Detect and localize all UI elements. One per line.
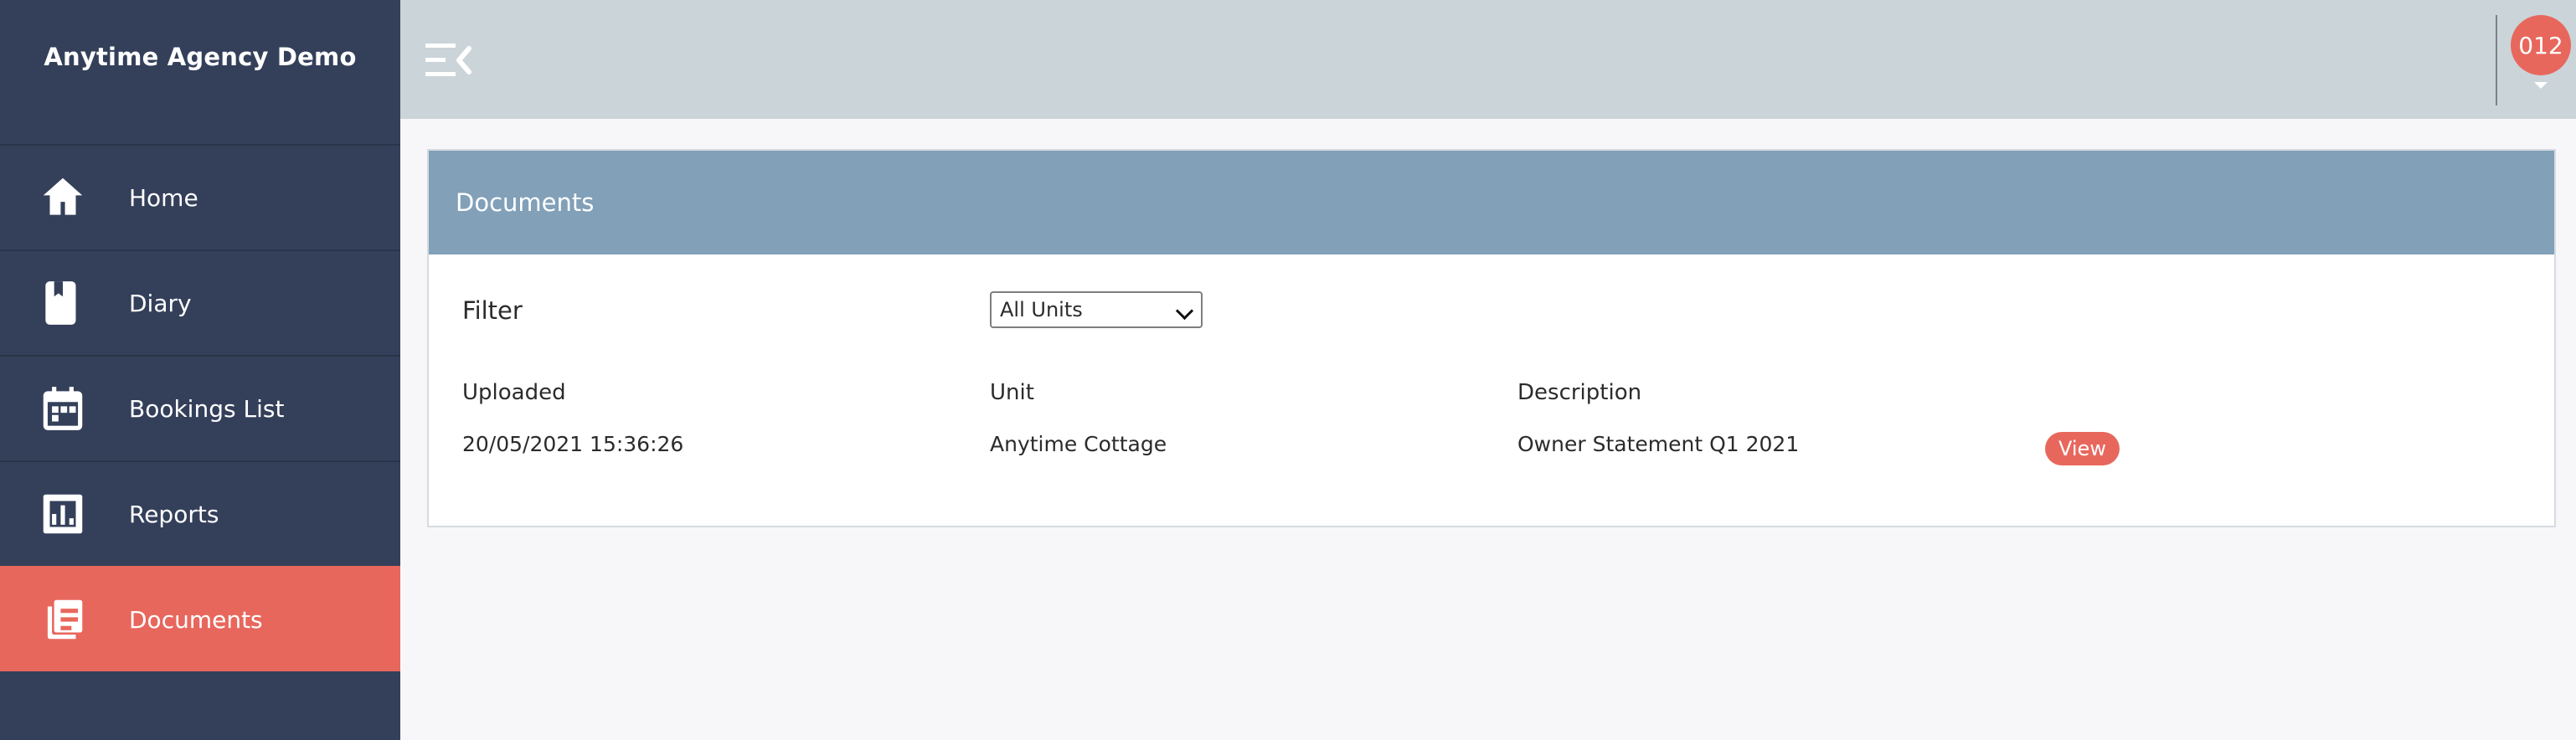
documents-panel: Documents Filter All Units Uploaded Unit…	[427, 149, 2556, 527]
panel-title: Documents	[429, 151, 2554, 254]
sidebar-item-label: Reports	[129, 500, 219, 528]
uploaded-cell: 20/05/2021 15:36:26	[462, 432, 684, 456]
sidebar-item-label: Documents	[129, 605, 263, 634]
sidebar-item-home[interactable]: Home	[0, 144, 400, 249]
sidebar-item-reports[interactable]: Reports	[0, 460, 400, 566]
sidebar-item-label: Bookings List	[129, 394, 285, 423]
home-icon	[0, 146, 129, 249]
app-root: Anytime Agency Demo Home Diary Bookings …	[0, 0, 2576, 740]
filter-label: Filter	[462, 296, 523, 325]
sidebar-item-bookings-list[interactable]: Bookings List	[0, 355, 400, 460]
diary-icon	[0, 251, 129, 355]
description-cell: Owner Statement Q1 2021	[1517, 432, 1800, 456]
brand-title: Anytime Agency Demo	[44, 43, 357, 71]
column-header-description: Description	[1517, 380, 1642, 405]
collapse-menu-icon[interactable]	[425, 42, 476, 79]
chevron-down-icon	[1175, 301, 1194, 321]
sidebar-item-label: Home	[129, 183, 198, 212]
top-bar: 012	[400, 0, 2576, 119]
topbar-divider	[2496, 15, 2497, 105]
table-header: Uploaded Unit Description	[462, 380, 2522, 414]
documents-icon	[0, 568, 129, 671]
view-button[interactable]: View	[2045, 432, 2120, 465]
sidebar-item-diary[interactable]: Diary	[0, 249, 400, 355]
table-row: 20/05/2021 15:36:26 Anytime Cottage Owne…	[462, 432, 2522, 474]
user-badge[interactable]: 012	[2511, 15, 2571, 75]
sidebar-item-documents[interactable]: Documents	[0, 566, 400, 671]
unit-cell: Anytime Cottage	[990, 432, 1167, 456]
column-header-uploaded: Uploaded	[462, 380, 566, 405]
unit-filter-select[interactable]: All Units	[990, 291, 1203, 328]
sidebar-nav: Home Diary Bookings List Reports Documen…	[0, 144, 400, 671]
reports-icon	[0, 462, 129, 566]
sidebar-item-label: Diary	[129, 289, 192, 317]
column-header-unit: Unit	[990, 380, 1034, 405]
calendar-icon	[0, 357, 129, 460]
filter-select-value: All Units	[1000, 298, 1083, 321]
sidebar: Anytime Agency Demo Home Diary Bookings …	[0, 0, 400, 740]
chevron-down-icon[interactable]	[2534, 82, 2548, 89]
